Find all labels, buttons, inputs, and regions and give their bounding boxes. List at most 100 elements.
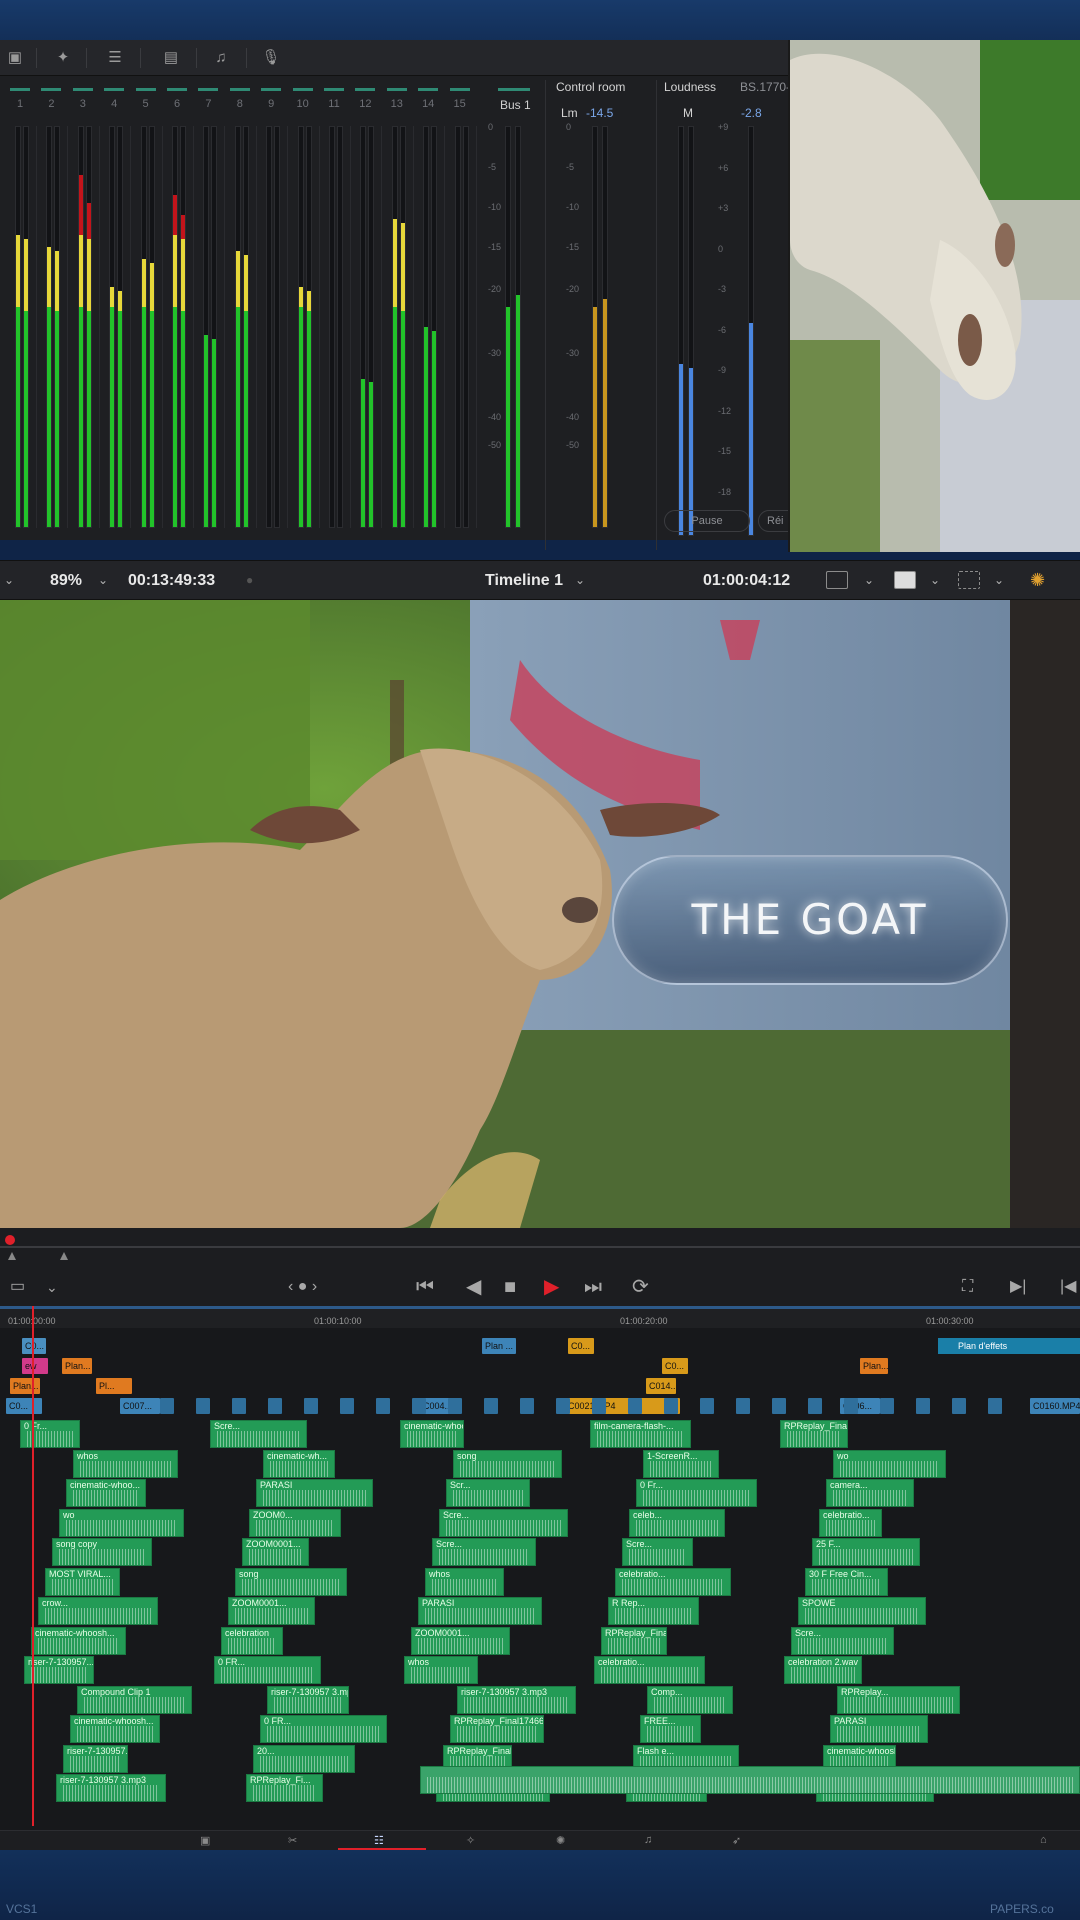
audio-clip[interactable]: ZOOM0... [249, 1508, 341, 1537]
stop-icon[interactable]: ■ [504, 1276, 516, 1298]
video-clip[interactable]: C0... [22, 1338, 46, 1354]
viewer-size-dropdown-icon[interactable]: ⌄ [864, 573, 874, 587]
audio-clip[interactable]: Scre... [210, 1420, 307, 1448]
video-clip[interactable]: C014... [646, 1378, 676, 1394]
audio-clip[interactable]: song [453, 1449, 562, 1478]
video-clip-segment[interactable] [448, 1398, 462, 1414]
audio-clip-long[interactable] [420, 1766, 1080, 1794]
hq-dropdown-icon[interactable]: ⌄ [930, 573, 940, 587]
video-clip-segment[interactable] [304, 1398, 318, 1414]
video-clip[interactable]: ew [22, 1358, 48, 1374]
timeline-playhead[interactable] [32, 1306, 34, 1826]
audio-clip[interactable]: celebratio... [594, 1656, 705, 1684]
cut-page-icon[interactable]: ✂ [288, 1834, 297, 1847]
video-clip-segment[interactable] [376, 1398, 390, 1414]
audio-clip[interactable]: ZOOM0001... [242, 1538, 309, 1566]
audio-clip[interactable]: riser-7-130957 3.mp3 [56, 1774, 166, 1802]
audio-clip[interactable]: 1-ScreenR... [643, 1449, 719, 1478]
audio-clip[interactable]: PARASI [418, 1597, 542, 1625]
audio-clip[interactable]: RPReplay_Final17466926... [450, 1715, 544, 1743]
audio-clip[interactable]: celeb... [629, 1508, 725, 1537]
video-clip[interactable]: C0... [6, 1398, 42, 1414]
video-clip-segment[interactable] [592, 1398, 606, 1414]
out-marker-icon[interactable] [60, 1252, 68, 1260]
color-fx-icon[interactable]: ✺ [1030, 570, 1045, 591]
audio-clip[interactable]: 20... [253, 1744, 355, 1773]
timeline-dropdown-icon[interactable]: ⌄ [575, 573, 585, 587]
sound-library-icon[interactable]: ♫ [210, 48, 232, 68]
audio-clip[interactable]: riser-7-130957 3.mp3 [457, 1685, 576, 1714]
audio-clip[interactable]: Scre... [439, 1508, 568, 1537]
video-clip-segment[interactable] [844, 1398, 858, 1414]
audio-clip[interactable]: SPOWE [798, 1597, 926, 1625]
audio-clip[interactable]: ZOOM0001... [411, 1626, 510, 1655]
audio-clip[interactable]: PARASI [256, 1479, 373, 1507]
audio-clip[interactable]: wo [59, 1508, 184, 1537]
fairlight-page-icon[interactable]: ♫ [644, 1834, 652, 1846]
audio-clip[interactable]: whos [73, 1449, 178, 1478]
home-icon[interactable]: ⌂ [1040, 1834, 1047, 1846]
scrub-bar[interactable] [0, 1228, 1080, 1268]
pause-button[interactable]: Pause [664, 510, 750, 532]
video-clip-segment[interactable] [484, 1398, 498, 1414]
audio-clip[interactable]: riser-7-130957... [24, 1656, 94, 1684]
prev-edit-icon[interactable]: |◀ [1060, 1276, 1076, 1298]
audio-clip[interactable]: RPReplay_Final175... [780, 1420, 848, 1448]
next-edit-icon[interactable]: ▶| [1010, 1276, 1026, 1298]
safe-area-icon[interactable] [958, 571, 980, 589]
video-clip-segment[interactable] [556, 1398, 570, 1414]
audio-clip[interactable]: cinematic-whoo... [400, 1420, 464, 1448]
audio-clip[interactable]: Scre... [432, 1538, 536, 1566]
color-page-icon[interactable]: ✺ [556, 1834, 565, 1847]
audio-clip[interactable]: 30 F Free Cin... [805, 1567, 888, 1596]
audio-clip[interactable]: celebratio... [819, 1508, 882, 1537]
audio-clip[interactable]: riser-7-130957 3.mp3 [267, 1685, 349, 1714]
view-dropdown-icon[interactable]: ⌄ [46, 1276, 58, 1298]
play-reverse-icon[interactable]: ◀ [466, 1276, 481, 1298]
jog-control-icon[interactable]: ‹ ● › [288, 1276, 317, 1298]
video-clip-segment[interactable] [952, 1398, 966, 1414]
video-clip[interactable]: Plan ... [482, 1338, 516, 1354]
video-clip[interactable]: C0... [662, 1358, 688, 1374]
media-page-icon[interactable]: ▣ [200, 1834, 210, 1847]
skip-to-end-icon[interactable]: ⏭ [584, 1276, 602, 1298]
edit-page-icon[interactable]: ☷ [374, 1834, 384, 1847]
audio-clip[interactable]: song [235, 1567, 347, 1596]
audio-clip[interactable]: cinematic-wh... [263, 1449, 335, 1478]
audio-clip[interactable]: RPReplay... [837, 1685, 960, 1714]
audio-clip[interactable]: cinematic-whoosh... [70, 1715, 160, 1743]
video-clip-segment[interactable] [700, 1398, 714, 1414]
video-clip-segment[interactable] [664, 1398, 678, 1414]
audio-clip[interactable]: crow... [38, 1597, 158, 1625]
audio-clip[interactable]: Comp... [647, 1685, 733, 1714]
media-pool-icon[interactable]: ▣ [4, 48, 26, 68]
video-clip-segment[interactable] [268, 1398, 282, 1414]
audio-clip[interactable]: riser-7-130957... [63, 1744, 128, 1773]
audio-clip[interactable]: FREE... [640, 1715, 701, 1743]
edit-timeline[interactable]: 01:00:00:00 01:00:10:00 01:00:20:00 01:0… [0, 1306, 1080, 1830]
audio-clip[interactable]: celebratio... [615, 1567, 731, 1596]
video-clip-segment[interactable] [916, 1398, 930, 1414]
video-clip[interactable]: Plan... [62, 1358, 92, 1374]
video-clip[interactable]: C0021.MP4 [565, 1398, 680, 1414]
audio-clip[interactable]: wo [833, 1449, 946, 1478]
video-clip-segment[interactable] [988, 1398, 1002, 1414]
audio-clip[interactable]: whos [404, 1656, 478, 1684]
video-clip-segment[interactable] [880, 1398, 894, 1414]
video-clip[interactable]: Plan... [10, 1378, 40, 1394]
effects-track-clip[interactable]: Plan d'effets [938, 1338, 1080, 1354]
audio-clip[interactable]: celebration [221, 1626, 283, 1655]
metadata-icon[interactable]: ▤ [160, 48, 182, 68]
safe-area-dropdown-icon[interactable]: ⌄ [994, 573, 1004, 587]
scrub-playhead[interactable] [5, 1235, 15, 1245]
audio-clip[interactable]: song copy [52, 1538, 152, 1566]
video-clip-segment[interactable] [772, 1398, 786, 1414]
deliver-page-icon[interactable]: ➶ [732, 1834, 741, 1847]
timeline-ruler[interactable]: 01:00:00:00 01:00:10:00 01:00:20:00 01:0… [0, 1306, 1080, 1328]
audio-clip[interactable]: Scre... [791, 1626, 894, 1655]
hq-playback-icon[interactable] [894, 571, 916, 589]
zoom-level[interactable]: 89% [50, 572, 82, 590]
video-clip-segment[interactable] [232, 1398, 246, 1414]
audio-clip[interactable]: R Rep... [608, 1597, 699, 1625]
video-clip-segment[interactable] [412, 1398, 426, 1414]
